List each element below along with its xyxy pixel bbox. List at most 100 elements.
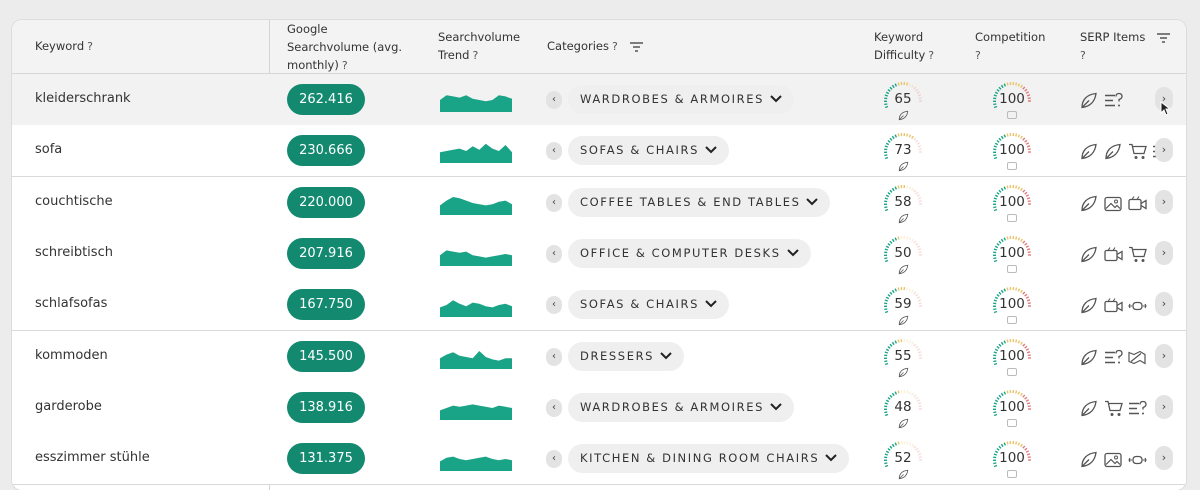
leaf-icon [898,161,909,172]
table-row[interactable]: kommoden 145.500 ‹ DRESSERS 55 100 › [12,331,1186,383]
header-competition[interactable]: Competition ? [975,28,1045,65]
category-prev-button[interactable]: ‹ [546,296,562,314]
competition-value: 100 [990,399,1034,415]
help-icon[interactable]: ? [87,40,93,53]
difficulty-gauge: 48 [881,387,925,431]
category-prev-button[interactable]: ‹ [546,245,562,263]
trend-sparkline [440,191,512,215]
serp-more-button[interactable]: › [1155,241,1173,265]
help-icon[interactable]: ? [472,49,478,62]
chevron-down-icon [705,136,717,165]
leaf-icon[interactable] [1080,348,1099,367]
image-icon[interactable] [1104,194,1123,213]
image-icon[interactable] [1104,450,1123,469]
serp-more-button[interactable]: › [1155,395,1173,419]
header-keyword[interactable]: Keyword? [35,37,93,56]
list-question-icon[interactable] [1104,91,1123,110]
header-volume[interactable]: Google Searchvolume (avg. monthly)? [287,20,402,75]
leaf-icon[interactable] [1080,91,1099,110]
category-dropdown[interactable]: SOFAS & CHAIRS [568,136,729,165]
category-dropdown[interactable]: WARDROBES & ARMOIRES [568,393,794,422]
carousel-icon[interactable] [1128,450,1147,469]
keyword-cell[interactable]: esszimmer stühle [35,450,150,465]
cart-icon[interactable] [1128,245,1147,264]
header-trend[interactable]: Searchvolume Trend? [438,28,520,65]
category-dropdown[interactable]: KITCHEN & DINING ROOM CHAIRS [568,444,849,473]
help-icon[interactable]: ? [928,49,934,62]
difficulty-gauge: 55 [881,336,925,380]
category-prev-button[interactable]: ‹ [546,194,562,212]
map-icon[interactable] [1128,348,1147,367]
leaf-icon[interactable] [1080,194,1099,213]
leaf-icon[interactable] [1080,296,1099,315]
category-dropdown[interactable]: SOFAS & CHAIRS [568,290,729,319]
volume-badge: 131.375 [287,443,365,474]
keyword-cell[interactable]: schlafsofas [35,296,107,311]
table-row[interactable]: schlafsofas 167.750 ‹ SOFAS & CHAIRS 59 … [12,279,1186,331]
chevron-down-icon [705,290,717,319]
category-prev-button[interactable]: ‹ [546,348,562,366]
video-icon[interactable] [1104,245,1123,264]
leaf-icon[interactable] [1080,142,1099,161]
filter-icon[interactable] [1157,33,1170,43]
category-dropdown[interactable]: DRESSERS [568,342,684,371]
keyword-cell[interactable]: kleiderschrank [35,91,131,106]
leaf-icon[interactable] [1080,450,1099,469]
help-icon[interactable]: ? [975,49,981,62]
header-categories[interactable]: Categories? [547,37,643,56]
keyword-cell[interactable]: couchtische [35,194,113,209]
ad-icon [1007,316,1017,324]
category-dropdown[interactable]: COFFEE TABLES & END TABLES [568,188,830,217]
category-dropdown[interactable]: WARDROBES & ARMOIRES [568,85,794,114]
category-prev-button[interactable]: ‹ [546,142,562,160]
difficulty-gauge: 73 [881,130,925,174]
keyword-cell[interactable]: sofa [35,142,62,157]
table-row[interactable]: esszimmer stühle 131.375 ‹ KITCHEN & DIN… [12,433,1186,485]
video-icon[interactable] [1128,194,1147,213]
header-difficulty[interactable]: Keyword Difficulty? [874,28,934,65]
serp-more-button[interactable]: › [1155,292,1173,316]
table-row[interactable]: kleiderschrank 262.416 ‹ WARDROBES & ARM… [12,74,1186,126]
serp-more-button[interactable]: › [1155,446,1173,470]
keyword-cell[interactable]: garderobe [35,399,102,414]
serp-items [1080,244,1152,264]
help-icon[interactable]: ? [1080,49,1086,62]
keyword-cell[interactable]: schreibtisch [35,245,113,260]
leaf-icon[interactable] [1080,245,1099,264]
category-dropdown[interactable]: OFFICE & COMPUTER DESKS [568,239,811,268]
help-icon[interactable]: ? [612,40,618,53]
header-serp[interactable]: SERP Items ? [1080,28,1170,65]
trend-sparkline [440,447,512,471]
table-row[interactable]: couchtische 220.000 ‹ COFFEE TABLES & EN… [12,177,1186,229]
list-question-icon[interactable] [1104,348,1123,367]
difficulty-value: 55 [881,348,925,364]
help-icon[interactable]: ? [342,59,348,72]
serp-more-button[interactable]: › [1155,344,1173,368]
video-icon[interactable] [1104,296,1123,315]
competition-gauge: 100 [990,438,1034,482]
difficulty-gauge: 52 [881,438,925,482]
carousel-icon[interactable] [1128,296,1147,315]
serp-more-button[interactable]: › [1155,190,1173,214]
cart-icon[interactable] [1104,399,1123,418]
serp-items [1080,193,1152,213]
table-row[interactable]: garderobe 138.916 ‹ WARDROBES & ARMOIRES… [12,382,1186,434]
leaf-icon [898,264,909,275]
table-row[interactable]: schreibtisch 207.916 ‹ OFFICE & COMPUTER… [12,228,1186,280]
category-prev-button[interactable]: ‹ [546,91,562,109]
leaf-icon[interactable] [1080,399,1099,418]
list-question-icon[interactable] [1128,399,1147,418]
cart-icon[interactable] [1128,142,1147,161]
category-prev-button[interactable]: ‹ [546,450,562,468]
category-prev-button[interactable]: ‹ [546,399,562,417]
competition-gauge: 100 [990,182,1034,226]
keyword-cell[interactable]: kommoden [35,348,108,363]
ad-icon [1007,368,1017,376]
ad-icon [1007,111,1017,119]
leaf-icon[interactable] [1104,142,1123,161]
leaf-icon [898,418,909,429]
filter-icon[interactable] [630,42,643,52]
serp-more-button[interactable]: › [1155,138,1173,162]
volume-badge: 145.500 [287,341,365,372]
table-row[interactable]: sofa 230.666 ‹ SOFAS & CHAIRS 73 100 › [12,125,1186,177]
